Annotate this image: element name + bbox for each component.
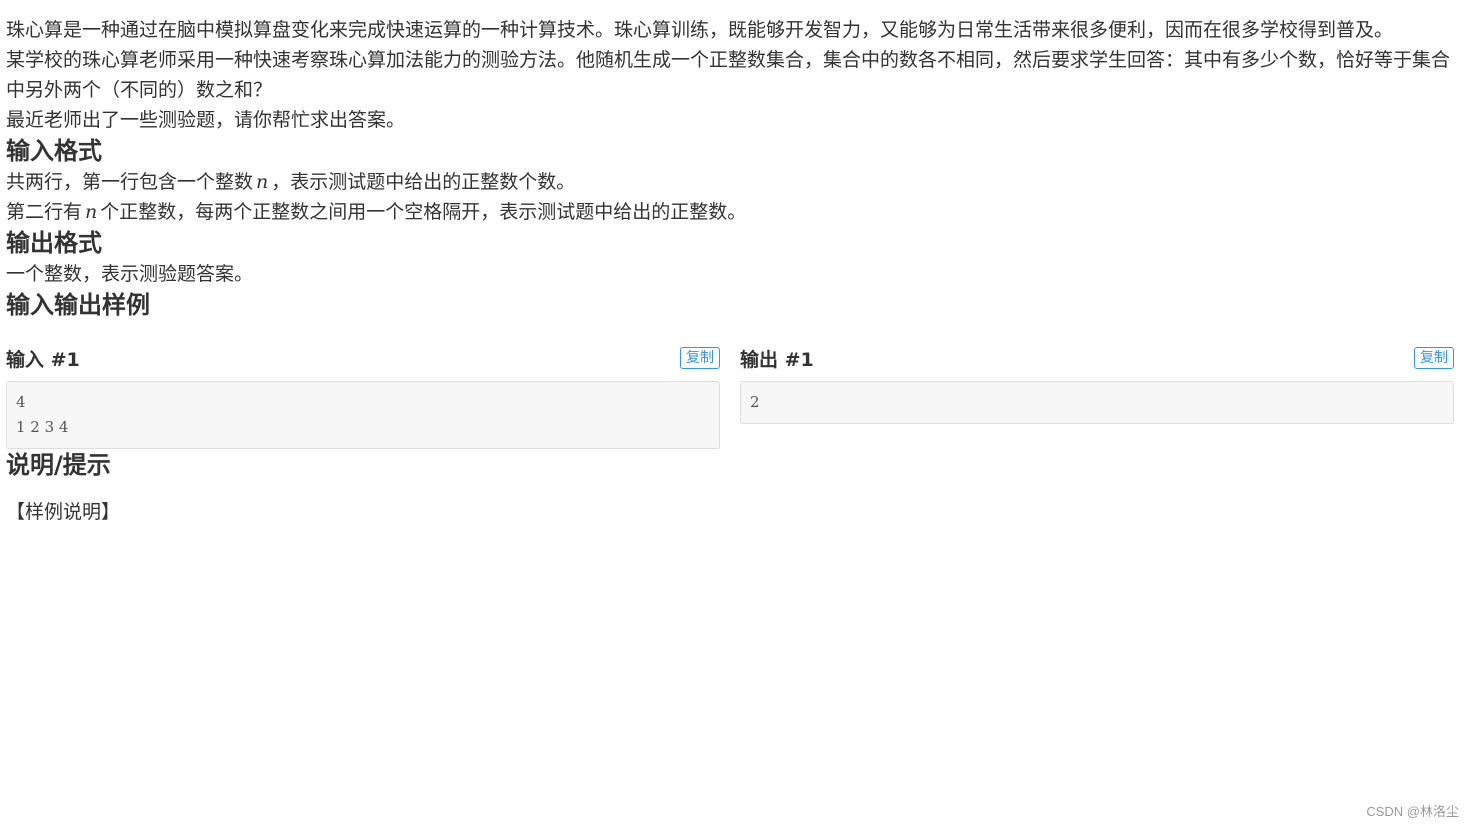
input-format-line-1: 共两行，第一行包含一个整数 n ，表示测试题中给出的正整数个数。: [6, 167, 1456, 197]
sample-output-panel: 输出 #1 复制 2: [740, 345, 1454, 449]
problem-content: 珠心算是一种通过在脑中模拟算盘变化来完成快速运算的一种计算技术。珠心算训练，既能…: [6, 0, 1456, 546]
sample-output-box[interactable]: 2: [740, 381, 1454, 424]
copy-input-button[interactable]: 复制: [680, 347, 720, 369]
input-format-heading: 输入格式: [6, 137, 102, 165]
copy-output-button[interactable]: 复制: [1414, 347, 1454, 369]
samples-heading: 输入输出样例: [6, 291, 150, 319]
intro-paragraph-2: 某学校的珠心算老师采用一种快速考察珠心算加法能力的测验方法。他随机生成一个正整数…: [6, 49, 1451, 101]
csdn-watermark: CSDN @林洛尘: [1366, 804, 1459, 819]
output-format-heading: 输出格式: [6, 229, 102, 257]
input-format-line-2-before: 第二行有: [6, 201, 83, 223]
sample-input-header: 输入 #1 复制: [6, 345, 720, 371]
hint-heading: 说明/提示: [6, 451, 111, 479]
math-variable-n: n: [256, 171, 269, 193]
sample-output-label: 输出 #1: [740, 348, 814, 371]
input-format-line-1-before: 共两行，第一行包含一个整数: [6, 171, 254, 193]
output-format-text: 一个整数，表示测验题答案。: [6, 263, 254, 285]
samples-row: 输入 #1 复制 4 1 2 3 4 输出 #1 复制 2: [6, 345, 1456, 449]
math-variable-n: n: [85, 201, 98, 223]
sample-input-panel: 输入 #1 复制 4 1 2 3 4: [6, 345, 720, 449]
input-format-line-2-after: 个正整数，每两个正整数之间用一个空格隔开，表示测试题中给出的正整数。: [100, 201, 747, 223]
sample-input-box[interactable]: 4 1 2 3 4: [6, 381, 720, 449]
input-format-line-2: 第二行有 n 个正整数，每两个正整数之间用一个空格隔开，表示测试题中给出的正整数。: [6, 197, 1456, 227]
sample-output-header: 输出 #1 复制: [740, 345, 1454, 371]
hint-text: 【样例说明】: [6, 501, 121, 523]
intro-paragraph-3: 最近老师出了一些测验题，请你帮忙求出答案。: [6, 109, 406, 131]
sample-input-label: 输入 #1: [6, 348, 80, 371]
input-format-line-1-after: ，表示测试题中给出的正整数个数。: [271, 171, 576, 193]
intro-paragraph-1: 珠心算是一种通过在脑中模拟算盘变化来完成快速运算的一种计算技术。珠心算训练，既能…: [6, 19, 1394, 41]
